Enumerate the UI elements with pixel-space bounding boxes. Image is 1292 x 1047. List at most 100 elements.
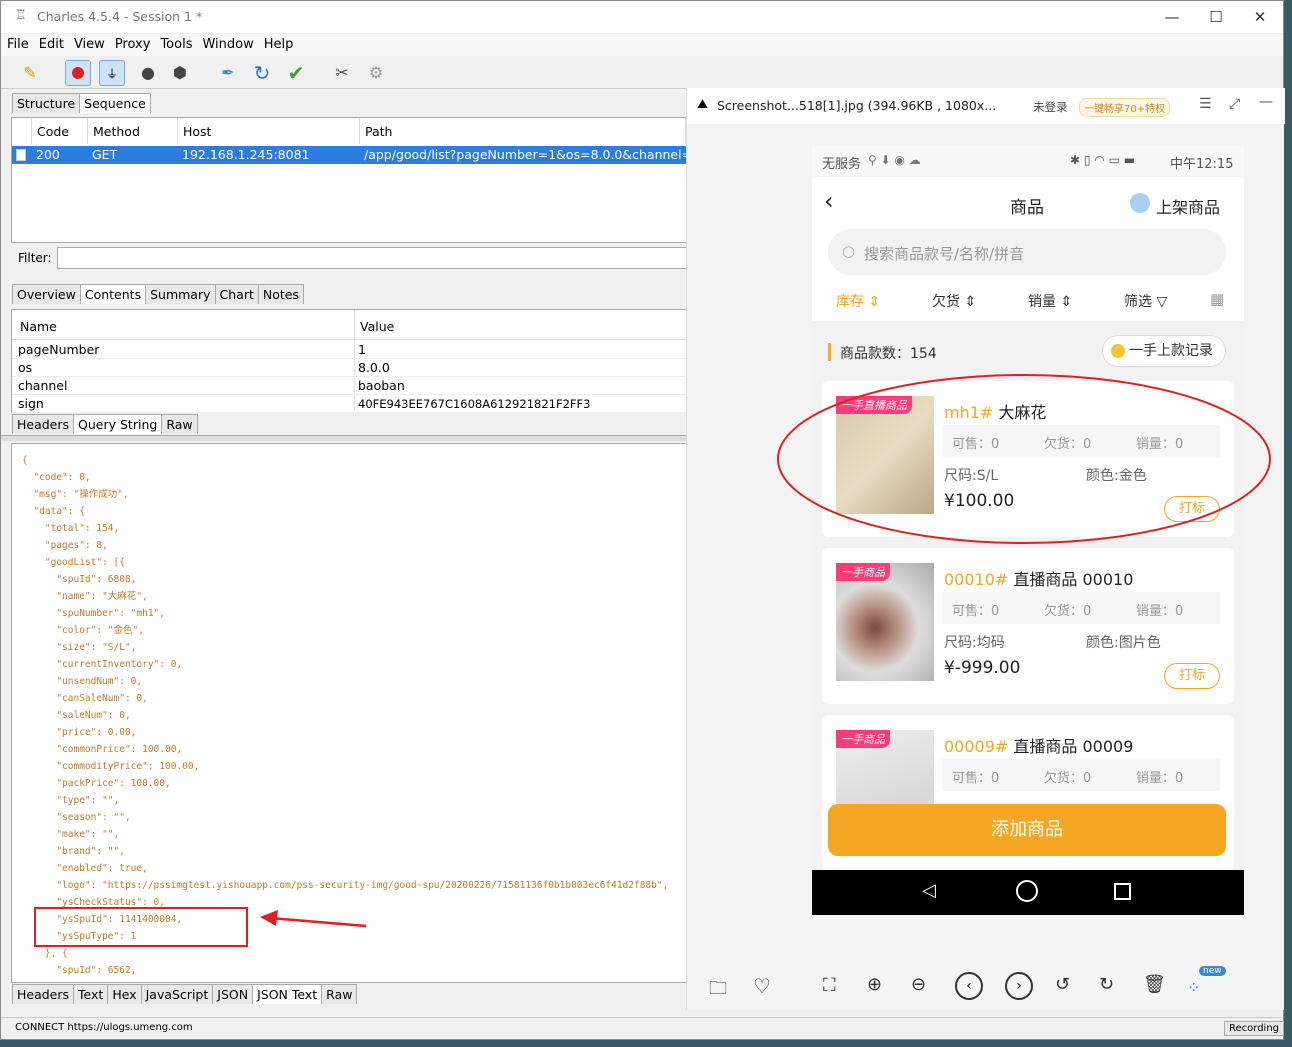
recording-badge[interactable]: Recording <box>1224 1021 1285 1036</box>
tab-chart[interactable]: Chart <box>214 284 259 304</box>
system-icons: ✱ ▯ ◠ ▭ ▬ <box>1070 153 1136 167</box>
close-button[interactable]: ✕ <box>1237 3 1283 31</box>
kv-rows: pageNumber 1 os 8.0.0 channel baoban sign 40… <box>12 341 686 413</box>
tab-sequence[interactable]: Sequence <box>79 93 151 113</box>
tab-headers[interactable]: Headers <box>12 414 75 434</box>
product-title: 00010# 直播商品 00010 <box>944 570 1134 589</box>
col-value[interactable]: Value <box>360 319 394 334</box>
menu-icon[interactable]: ☰ <box>1199 96 1212 112</box>
tab-contents[interactable]: Contents <box>79 284 147 304</box>
tab-raw[interactable]: Raw <box>161 414 198 434</box>
viewer-titlebar: ⛰ Screenshot...518[1].jpg (394.96KB , 10… <box>687 88 1285 124</box>
prev-icon[interactable]: ‹ <box>955 972 983 1000</box>
col-code[interactable]: Code <box>32 118 88 144</box>
settings-icon[interactable]: ⚙ <box>363 60 389 86</box>
json-line: "code": 0, <box>22 472 91 483</box>
menu-window[interactable]: Window <box>196 34 257 52</box>
login-status[interactable]: 未登录 <box>1033 99 1068 115</box>
tab-raw[interactable]: Raw <box>321 984 358 1004</box>
heart-icon[interactable]: ♡ <box>753 974 771 998</box>
json-line: "pages": 8, <box>22 540 108 551</box>
add-product-button[interactable]: 添加商品 <box>828 804 1226 856</box>
col-name[interactable]: Name <box>20 319 57 334</box>
list-item[interactable]: os 8.0.0 <box>12 359 686 377</box>
tab-json[interactable]: JSON <box>212 984 254 1004</box>
shelf-icon[interactable] <box>1130 193 1150 213</box>
list-item[interactable]: pageNumber 1 <box>12 341 686 359</box>
filter-inventory[interactable]: 库存 ⇕ <box>836 291 880 311</box>
delete-icon[interactable]: 🗑 <box>1143 974 1166 995</box>
request-table: Code Method Host Path 200 GET 192.168.1.… <box>11 117 687 243</box>
tab-text[interactable]: Text <box>73 984 109 1004</box>
json-line: "color": "金色", <box>22 625 144 636</box>
zoom-in-icon[interactable]: ⊕ <box>867 974 882 995</box>
product-card[interactable]: 一手商品 00010# 直播商品 00010 可售：0 欠货：0 销量：0 尺码:均… <box>822 548 1234 704</box>
refresh-icon[interactable]: ↻ <box>249 60 275 86</box>
filter-screen[interactable]: 筛选 ▽ <box>1124 291 1167 311</box>
tab-notes[interactable]: Notes <box>257 284 304 304</box>
apps-icon[interactable]: ⁘ <box>1187 978 1200 997</box>
rotate-right-icon[interactable]: ↻ <box>1099 974 1114 995</box>
tab-summary[interactable]: Summary <box>145 284 216 304</box>
menu-file[interactable]: File <box>1 34 33 52</box>
col-method[interactable]: Method <box>88 118 178 144</box>
menu-help[interactable]: Help <box>258 34 298 52</box>
promo-badge[interactable]: 一键畅享70+特权 <box>1079 98 1171 117</box>
col-path[interactable]: Path <box>360 118 686 144</box>
minimize-icon[interactable]: — <box>1259 94 1273 110</box>
broom-icon[interactable]: ✎ <box>17 60 43 86</box>
throttle-icon[interactable]: ⏚ <box>99 60 125 86</box>
picture-icon: ⛰ <box>697 97 708 112</box>
annotation-ellipse <box>777 374 1271 544</box>
next-icon[interactable]: › <box>1005 972 1033 1000</box>
tab-structure[interactable]: Structure <box>12 93 81 113</box>
json-line: "currentInventory": 0, <box>22 659 183 670</box>
back-icon[interactable]: ‹ <box>824 187 834 215</box>
tab-overview[interactable]: Overview <box>12 284 81 304</box>
tag-button[interactable]: 打标 <box>1164 663 1220 689</box>
stop-icon[interactable]: ⬢ <box>167 60 193 86</box>
menu-tools[interactable]: Tools <box>154 34 196 52</box>
json-line: "saleNum": 0, <box>22 710 131 721</box>
maximize-button[interactable]: ☐ <box>1193 3 1239 31</box>
response-subtabs: Headers Text Hex JavaScript JSON JSON Text Raw <box>12 984 358 1004</box>
history-button[interactable]: 一手上款记录 <box>1102 335 1226 367</box>
tab-query-string[interactable]: Query String <box>73 414 163 434</box>
record-icon[interactable] <box>65 60 91 86</box>
check-icon[interactable]: ✔ <box>283 60 309 86</box>
search-input[interactable]: ○ 搜索商品款号/名称/拼音 <box>828 229 1226 275</box>
tab-json-text[interactable]: JSON Text <box>252 984 323 1004</box>
pen-icon[interactable]: ✒ <box>215 60 241 86</box>
list-item[interactable]: sign 40FE943EE767C1608A612921821F2FF3 <box>12 395 686 413</box>
grid-icon[interactable]: ▦ <box>1210 290 1224 308</box>
filter-owed[interactable]: 欠货 ⇕ <box>932 291 976 311</box>
tab-hex[interactable]: Hex <box>107 984 142 1004</box>
turtle-icon[interactable]: ● <box>135 60 161 86</box>
nav-recent-icon[interactable] <box>1114 883 1131 900</box>
fullscreen-icon[interactable]: ⤢ <box>1229 96 1240 112</box>
json-line: }, { <box>22 948 68 959</box>
new-badge: new <box>1199 966 1226 976</box>
list-item[interactable]: channel baoban <box>12 377 686 395</box>
minimize-button[interactable]: — <box>1149 3 1195 31</box>
filter-input[interactable] <box>57 247 687 269</box>
tab-javascript[interactable]: JavaScript <box>140 984 214 1004</box>
folder-icon[interactable]: 🗀 <box>709 976 727 1006</box>
tools-icon[interactable]: ✂ <box>329 60 355 86</box>
signal-text: 无服务 <box>822 157 862 172</box>
menu-proxy[interactable]: Proxy <box>109 34 155 52</box>
nav-home-icon[interactable] <box>1016 880 1038 902</box>
shelve-button[interactable]: 上架商品 <box>1156 194 1220 218</box>
nav-back-icon[interactable]: ◁ <box>922 880 936 901</box>
zoom-out-icon[interactable]: ⊖ <box>911 974 926 995</box>
tab-headers[interactable]: Headers <box>12 984 75 1004</box>
json-line: "canSaleNum": 0, <box>22 693 148 704</box>
menu-view[interactable]: View <box>68 34 109 52</box>
filter-sales[interactable]: 销量 ⇕ <box>1028 291 1072 311</box>
json-line: "enabled": true, <box>22 863 148 874</box>
col-host[interactable]: Host <box>178 118 360 144</box>
rotate-left-icon[interactable]: ↺ <box>1055 974 1070 995</box>
fit-icon[interactable]: ⛶ <box>823 975 836 996</box>
menu-edit[interactable]: Edit <box>33 34 68 52</box>
table-row[interactable]: 200 GET 192.168.1.245:8081 /app/good/lis… <box>12 146 686 164</box>
